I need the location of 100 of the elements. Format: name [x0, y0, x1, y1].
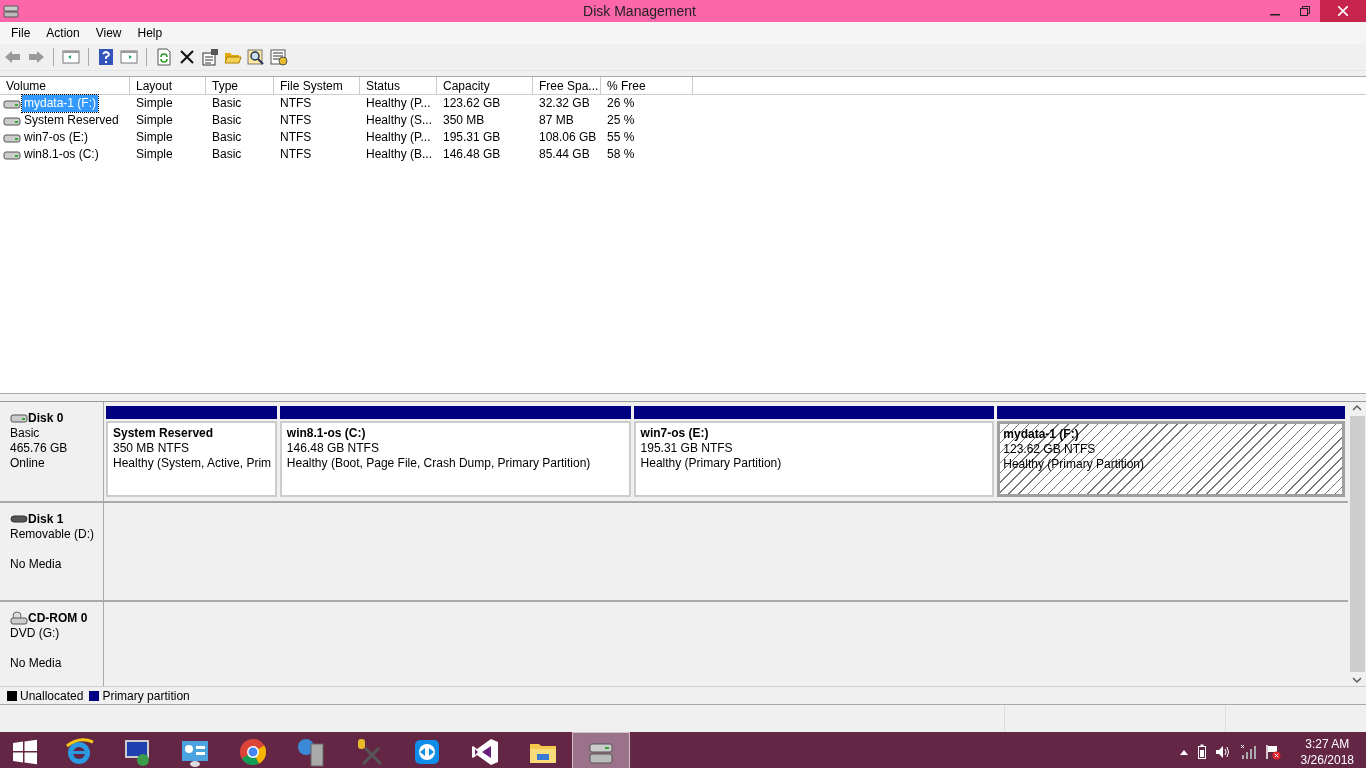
disk-drive-icon [3, 3, 19, 19]
table-cell-text: Healthy (P... [365, 95, 432, 112]
table-cell-text: 146.48 GB [442, 146, 502, 163]
properties-icon[interactable] [201, 48, 219, 66]
partition-block[interactable]: System Reserved 350 MB NTFS Healthy (System, Active, Prim [106, 421, 277, 497]
table-cell-text: 350 MB [442, 112, 486, 129]
speaker-icon[interactable] [1214, 745, 1231, 759]
server-globe-icon [298, 739, 324, 767]
disk-status: Online [10, 456, 46, 471]
disk-type: DVD (G:) [10, 626, 61, 641]
menu-item[interactable]: File [3, 26, 39, 40]
legend-label: Unallocated [20, 688, 84, 703]
table-cell-text: NTFS [279, 112, 313, 129]
windows-start-icon[interactable] [12, 739, 38, 765]
table-cell-text: NTFS [279, 146, 313, 163]
disk-size: 465.76 GB [10, 441, 69, 456]
signal-icon[interactable] [1238, 744, 1257, 760]
clock-time: 3:27 AM [1305, 736, 1350, 752]
disk-name: Disk 1 [28, 511, 64, 527]
column-header[interactable]: File System [274, 77, 360, 95]
delete-icon[interactable] [178, 48, 196, 66]
partition-size: 350 MB NTFS [113, 441, 191, 456]
internet-explorer-icon [66, 738, 94, 764]
drive-icon [3, 148, 21, 161]
column-header[interactable]: % Free [601, 77, 693, 95]
disk-type: Basic [10, 426, 41, 441]
column-header[interactable]: Status [360, 77, 437, 95]
disk-drive-icon [589, 743, 613, 764]
disk-name: CD-ROM 0 [28, 610, 88, 626]
column-header[interactable]: Layout [130, 77, 206, 95]
partition-size: 123.62 GB NTFS [1003, 442, 1097, 457]
cd-drive-icon [10, 611, 28, 625]
disk-status: No Media [10, 656, 63, 671]
table-cell-text: 25 % [606, 112, 636, 129]
column-header[interactable]: Free Spa... [533, 77, 601, 95]
flag-icon[interactable] [1264, 744, 1281, 760]
remote-desktop-icon [125, 740, 149, 766]
partition-size: 146.48 GB NTFS [286, 441, 380, 456]
partition-name: mydata-1 (F:) [1003, 427, 1080, 442]
table-cell-text: Healthy (P... [365, 129, 432, 146]
drive-icon [10, 412, 28, 424]
partition-block[interactable]: win7-os (E:) 195.31 GB NTFS Healthy (Primary Partition) [633, 421, 995, 497]
show-hidden-icons-icon[interactable] [1178, 748, 1189, 756]
partition-name: win7-os (E:) [640, 426, 710, 441]
control-panel-icon [182, 741, 208, 767]
table-cell-text: Basic [211, 112, 243, 129]
table-cell-text: 87 MB [538, 112, 575, 129]
drive-icon [3, 131, 21, 144]
partition-name: System Reserved [113, 426, 215, 441]
table-cell-text: Basic [211, 146, 243, 163]
table-cell-text: 123.62 GB [442, 95, 502, 112]
table-cell-text: 85.44 GB [538, 146, 591, 163]
table-cell-text: 108.06 GB [538, 129, 598, 146]
minimize-icon [1270, 13, 1280, 16]
help-icon[interactable] [97, 48, 115, 66]
menu-item[interactable]: Action [38, 26, 88, 40]
clock[interactable]: 3:27 AM 3/26/2018 [1300, 736, 1354, 768]
partition-size: 195.31 GB NTFS [640, 441, 734, 456]
partition-status: Healthy (Primary Partition) [640, 456, 783, 471]
legend-label: Primary partition [102, 688, 190, 703]
menu-item[interactable]: Help [129, 26, 171, 40]
partition-block[interactable]: win8.1-os (C:) 146.48 GB NTFS Healthy (Boot, Page File, Crash Dump, Primary Partition) [279, 421, 631, 497]
column-header[interactable]: Type [206, 77, 274, 95]
partition-status: Healthy (Primary Partition) [1003, 457, 1145, 472]
clock-date: 3/26/2018 [1300, 752, 1354, 768]
search-icon[interactable] [247, 48, 265, 66]
table-cell-text: NTFS [279, 129, 313, 146]
disk-label-panel[interactable]: Disk 0 Basic 465.76 GB Online [0, 402, 104, 501]
table-cell-text: Simple [135, 129, 174, 146]
table-cell-text: 26 % [606, 95, 636, 112]
column-header[interactable]: Capacity [437, 77, 533, 95]
visual-studio-icon [472, 739, 498, 765]
table-cell-text: Basic [211, 129, 243, 146]
disk-status: No Media [10, 557, 63, 572]
table-cell-text: Simple [135, 112, 174, 129]
settings-icon[interactable] [270, 48, 288, 66]
table-cell-text: NTFS [279, 95, 313, 112]
table-cell-text: Basic [211, 95, 243, 112]
scrollbar[interactable] [1348, 402, 1366, 686]
action-pane-icon[interactable] [120, 48, 138, 66]
table-cell-text: 32.32 GB [538, 95, 591, 112]
close-button[interactable] [1320, 0, 1366, 22]
volume-name[interactable]: win7-os (E:) [22, 129, 90, 146]
close-icon [1338, 6, 1348, 16]
drive-icon [3, 97, 21, 110]
menu-item[interactable]: View [87, 26, 130, 40]
table-cell-text: Healthy (S... [365, 112, 434, 129]
drive-icon [3, 114, 21, 127]
scroll-thumb[interactable] [1349, 416, 1365, 672]
partition-name: win8.1-os (C:) [286, 426, 367, 441]
file-explorer-icon [530, 744, 556, 763]
console-tree-icon[interactable] [62, 48, 80, 66]
volume-name[interactable]: System Reserved [22, 112, 121, 129]
refresh-icon[interactable] [155, 48, 173, 66]
partition-block[interactable]: mydata-1 (F:) 123.62 GB NTFS Healthy (Primary Partition) [997, 421, 1345, 497]
battery-icon[interactable] [1196, 744, 1207, 760]
table-cell-text: Simple [135, 95, 174, 112]
volume-name[interactable]: win8.1-os (C:) [22, 146, 101, 163]
disk-type: Removable (D:) [10, 527, 96, 542]
restore-icon [1300, 6, 1310, 16]
